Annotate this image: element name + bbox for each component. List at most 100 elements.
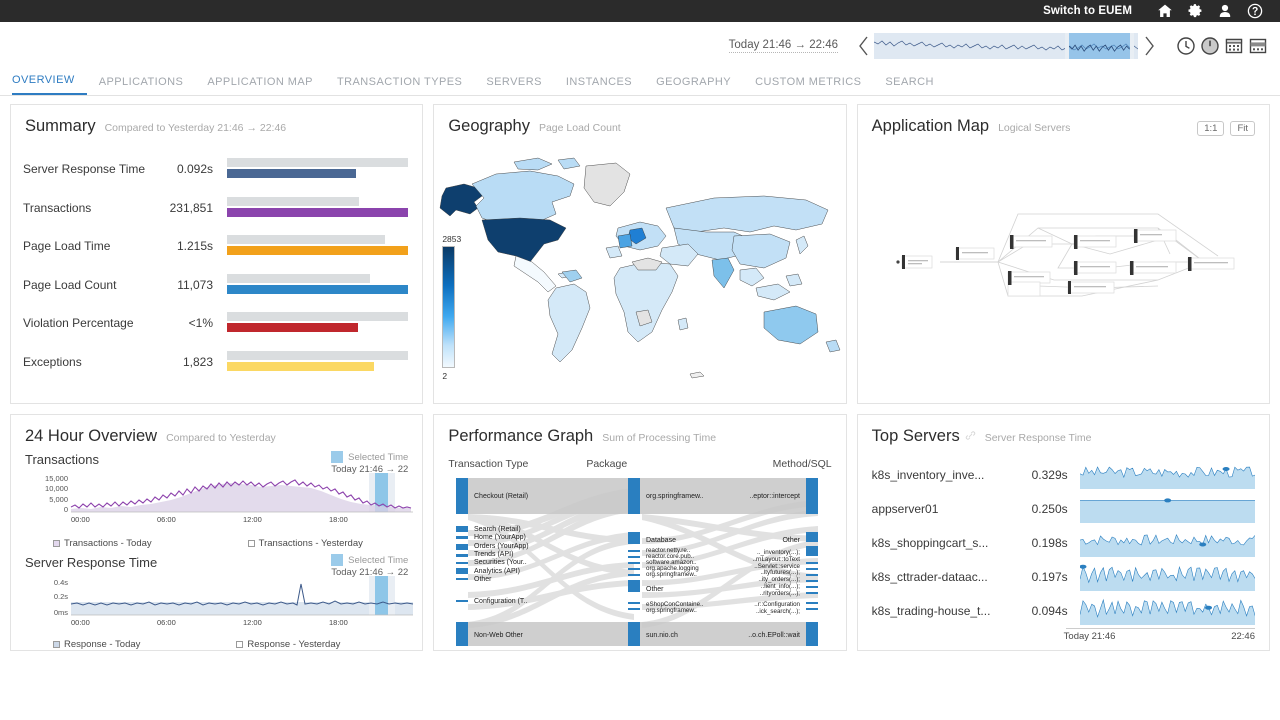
top-servers-row[interactable]: k8s_inventory_inve... 0.329s	[872, 458, 1255, 492]
application-map-panel: Application Map Logical Servers 1:1 Fit	[856, 104, 1270, 404]
sankey-m-3[interactable]: ..rnLayout::toText	[753, 556, 801, 563]
transactions-selected-time-legend: Selected Time Today 21:46 → 22	[331, 451, 408, 475]
user-icon[interactable]	[1210, 0, 1240, 22]
sankey-svg[interactable]: Checkout (Retail) Search (Retail) Home (…	[448, 474, 840, 650]
summary-row[interactable]: Exceptions 1,823	[23, 343, 409, 382]
summary-row[interactable]: Server Response Time 0.092s	[23, 150, 409, 189]
transactions-chart-svg[interactable]: 15,000 10,000 5,000 0 00:00 06:00 12:00 …	[25, 469, 417, 531]
zoom-fit-button[interactable]: Fit	[1230, 121, 1255, 136]
tab-applications[interactable]: APPLICATIONS	[87, 76, 196, 95]
legend-transactions-yesterday[interactable]: Transactions - Yesterday	[247, 538, 363, 549]
tab-transaction-types[interactable]: TRANSACTION TYPES	[325, 76, 474, 95]
sankey-m-10[interactable]: ..ick_search(...);	[756, 608, 800, 615]
tab-geography[interactable]: GEOGRAPHY	[644, 76, 743, 95]
time-range-brush[interactable]	[1065, 33, 1135, 59]
sankey-m-2[interactable]: .._inventory(...);	[757, 549, 800, 556]
top-servers-header: Top Servers Server Response Time	[858, 415, 1269, 446]
sankey-tt-0[interactable]: Checkout (Retail)	[474, 493, 528, 500]
time-range-bar: Today 21:46 → 22:46	[0, 22, 1280, 70]
top-bar: Switch to EUEM	[0, 0, 1280, 22]
sankey-col-transaction-type: Transaction Type	[448, 458, 529, 470]
tab-search[interactable]: SEARCH	[873, 76, 946, 95]
summary-row-value: 0.092s	[176, 162, 213, 177]
sankey-pkg-10[interactable]: sun.nio.ch	[646, 632, 678, 639]
world-map-svg[interactable]	[434, 136, 846, 386]
sankey-tt-8[interactable]: Configuration (T..	[474, 598, 527, 605]
top-servers-sparkline[interactable]	[1080, 529, 1255, 557]
tab-overview[interactable]: OVERVIEW	[12, 74, 87, 95]
summary-row[interactable]: Page Load Count 11,073	[23, 266, 409, 305]
sankey-tt-6[interactable]: Analytics (API)	[474, 568, 520, 575]
sankey-diagram[interactable]: Checkout (Retail) Search (Retail) Home (…	[448, 474, 831, 650]
next-range-button[interactable]	[1138, 31, 1160, 61]
sankey-pkg-1[interactable]: Database	[646, 537, 676, 544]
sankey-tt-3[interactable]: Orders (YourApp)	[474, 543, 529, 550]
sankey-pkg-7[interactable]: Other	[646, 586, 664, 593]
y-tick-0: 0	[64, 505, 68, 514]
sankey-m-7[interactable]: ..lient_info(...);	[761, 583, 800, 590]
summary-row-value: 1.215s	[176, 239, 213, 254]
time-range-sparkline[interactable]	[874, 33, 1138, 59]
application-map-title: Application Map	[871, 117, 990, 135]
clock-filled-icon[interactable]	[1200, 36, 1220, 56]
legend-response-yesterday[interactable]: Response - Yesterday	[236, 639, 340, 650]
link-icon[interactable]	[965, 428, 976, 446]
legend-transactions-today[interactable]: Transactions - Today	[53, 538, 152, 549]
sankey-m-11[interactable]: ..o.ch.EPoll::wait	[749, 632, 801, 639]
sankey-tt-1[interactable]: Search (Retail)	[474, 526, 521, 533]
sankey-tt-5[interactable]: Securities (Your..	[474, 559, 527, 566]
summary-row[interactable]: Transactions 231,851	[23, 189, 409, 228]
zoom-1-1-button[interactable]: 1:1	[1197, 121, 1225, 136]
prev-range-button[interactable]	[852, 31, 874, 61]
calendar-range-icon[interactable]	[1248, 36, 1268, 56]
legend-swatch-resp-today	[53, 641, 60, 648]
sankey-m-8[interactable]: ..rityorders(...);	[760, 590, 801, 597]
sankey-m-1[interactable]: Other	[783, 537, 801, 544]
sankey-pkg-0[interactable]: org.springframew..	[646, 493, 704, 500]
top-servers-row[interactable]: k8s_trading-house_t... 0.094s	[872, 594, 1255, 628]
top-servers-row[interactable]: appserver01 0.250s	[872, 492, 1255, 526]
top-servers-sparkline[interactable]	[1080, 597, 1255, 625]
tab-instances[interactable]: INSTANCES	[554, 76, 644, 95]
top-servers-sparkline[interactable]	[1079, 495, 1255, 523]
sankey-tt-9[interactable]: Non-Web Other	[474, 632, 524, 639]
x-tick-0000: 00:00	[71, 515, 90, 524]
summary-row[interactable]: Page Load Time 1.215s	[23, 227, 409, 266]
sankey-tt-7[interactable]: Other	[474, 576, 492, 583]
summary-row[interactable]: Violation Percentage <1%	[23, 304, 409, 343]
sankey-m-6[interactable]: ..ity_orders(...);	[759, 576, 801, 583]
selected-time-label-2: Selected Time	[348, 554, 409, 566]
sankey-m-9[interactable]: ..r::Configuration	[755, 601, 801, 608]
top-servers-row[interactable]: k8s_cttrader-dataac... 0.197s	[872, 560, 1255, 594]
dashboard-grid: Summary Compared to Yesterday 21:46 → 22…	[0, 96, 1280, 651]
top-servers-row[interactable]: k8s_shoppingcart_s... 0.198s	[872, 526, 1255, 560]
time-range-label[interactable]: Today 21:46 → 22:46	[728, 39, 838, 53]
selected-time-range-2: Today 21:46 → 22	[331, 567, 409, 578]
tab-custom-metrics[interactable]: CUSTOM METRICS	[743, 76, 873, 95]
application-map-canvas[interactable]	[858, 136, 1269, 386]
top-servers-sparkline[interactable]	[1080, 461, 1255, 489]
legend-response-today[interactable]: Response - Today	[53, 639, 140, 650]
top-servers-sparkline[interactable]	[1080, 563, 1255, 591]
world-map[interactable]: 2853 2	[434, 136, 845, 388]
tab-application-map[interactable]: APPLICATION MAP	[195, 76, 325, 95]
summary-bar-yesterday	[227, 350, 409, 360]
sankey-tt-2[interactable]: Home (YourApp)	[474, 534, 526, 541]
sankey-tt-4[interactable]: Trends (API)	[474, 551, 513, 558]
sankey-m-5[interactable]: ..ltyfutures(...);	[761, 569, 801, 576]
gear-icon[interactable]	[1180, 0, 1210, 22]
sankey-pkg-6[interactable]: org.springframew..	[646, 571, 697, 578]
x-tick-1200: 12:00	[243, 515, 262, 524]
sankey-pkg-9[interactable]: org.springframew..	[646, 607, 697, 614]
performance-graph-panel: Performance Graph Sum of Processing Time…	[433, 414, 847, 651]
response-time-chart-svg[interactable]: 0.4s 0.2s 0ms 00:00 06:00 12:00 18:00	[25, 572, 417, 632]
clock-icon[interactable]	[1176, 36, 1196, 56]
switch-to-euem-link[interactable]: Switch to EUEM	[1043, 5, 1132, 17]
home-icon[interactable]	[1150, 0, 1180, 22]
application-map-graph[interactable]	[858, 136, 1270, 386]
x2-tick-1800: 18:00	[329, 618, 348, 627]
calendar-icon[interactable]	[1224, 36, 1244, 56]
tab-servers[interactable]: SERVERS	[474, 76, 554, 95]
help-icon[interactable]	[1240, 0, 1270, 22]
sankey-m-0[interactable]: ..eptor::intercept	[750, 493, 801, 500]
